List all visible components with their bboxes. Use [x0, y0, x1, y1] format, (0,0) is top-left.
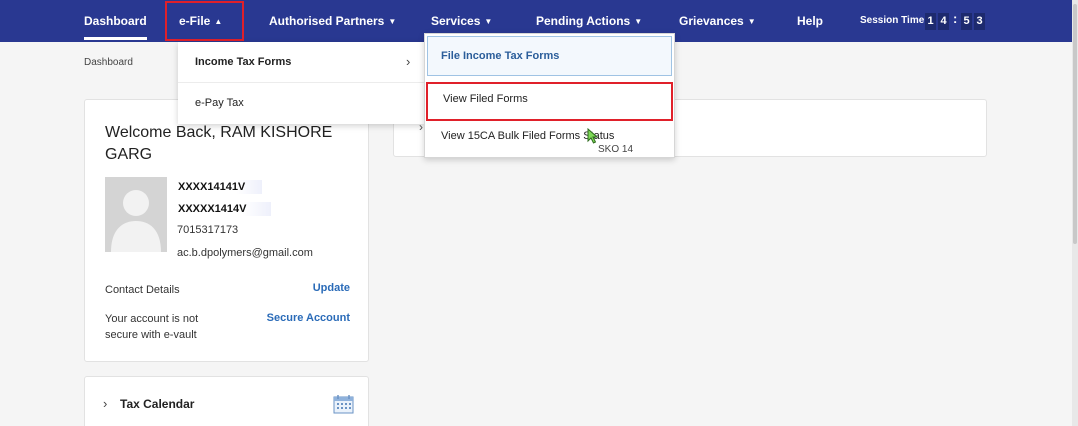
pan-number: XXXX14141V [177, 180, 262, 194]
breadcrumb[interactable]: Dashboard [84, 57, 133, 68]
submenu-item-view-filed-forms[interactable]: View Filed Forms [426, 82, 673, 121]
chevron-right-icon: › [103, 396, 108, 411]
tax-calendar-label: Tax Calendar [120, 397, 195, 411]
nav-dashboard-label: Dashboard [84, 14, 147, 28]
income-tax-forms-submenu: File Income Tax Forms View Filed Forms V… [424, 33, 675, 158]
mouse-cursor-icon [587, 127, 599, 149]
session-digit-1: 1 [925, 13, 936, 30]
session-digit-4: 3 [974, 13, 985, 30]
session-digit-3: 5 [961, 13, 972, 30]
menu-item-income-tax-forms[interactable]: Income Tax Forms [195, 56, 291, 68]
nav-services-label: Services [431, 14, 481, 28]
nav-grievances[interactable]: Grievances ▼ [679, 0, 756, 42]
overlay-caption: SKO 14 [598, 144, 634, 155]
efile-dropdown-menu: Income Tax Forms › e-Pay Tax [178, 42, 425, 124]
evault-warning-text: Your account is not secure with e-vault [105, 313, 199, 341]
profile-card: Welcome Back, RAM KISHORE GARG XXXX14141… [84, 99, 369, 362]
aadhaar-number: XXXXX1414V [177, 202, 271, 216]
chevron-down-icon: ▼ [388, 17, 397, 26]
scrollbar-thumb[interactable] [1073, 4, 1077, 244]
tax-calendar-card[interactable]: › Tax Calendar [84, 376, 369, 426]
submenu-item-file-income-tax-forms[interactable]: File Income Tax Forms [427, 36, 672, 76]
nav-help[interactable]: Help [797, 0, 823, 42]
session-digit-2: 4 [938, 13, 949, 30]
welcome-heading: Welcome Back, RAM KISHORE GARG [105, 124, 333, 163]
nav-help-label: Help [797, 14, 824, 28]
session-time-label: Session Time [860, 15, 925, 26]
nav-pending-actions-label: Pending Actions [536, 14, 631, 28]
nav-dashboard[interactable]: Dashboard [84, 0, 147, 42]
update-link[interactable]: Update [313, 282, 350, 294]
nav-authorised-partners-label: Authorised Partners [269, 14, 385, 28]
chevron-right-icon: › [406, 54, 411, 69]
chevron-down-icon: ▼ [747, 17, 756, 26]
phone-number: 7015317173 [177, 224, 239, 236]
email-address: ac.b.dpolymers@gmail.com [177, 247, 313, 259]
avatar-placeholder-icon [105, 177, 167, 252]
nav-grievances-label: Grievances [679, 14, 744, 28]
contact-details-label: Contact Details [105, 284, 180, 296]
efile-highlight-box [165, 1, 244, 41]
menu-divider [178, 82, 425, 83]
calendar-icon[interactable] [333, 394, 355, 419]
nav-authorised-partners[interactable]: Authorised Partners ▼ [269, 0, 396, 42]
session-separator: : [953, 11, 958, 26]
menu-item-epay-tax[interactable]: e-Pay Tax [195, 97, 244, 109]
secure-account-link[interactable]: Secure Account [267, 312, 350, 324]
submenu-item-view-15ca-bulk-status[interactable]: View 15CA Bulk Filed Forms Status [441, 130, 671, 142]
